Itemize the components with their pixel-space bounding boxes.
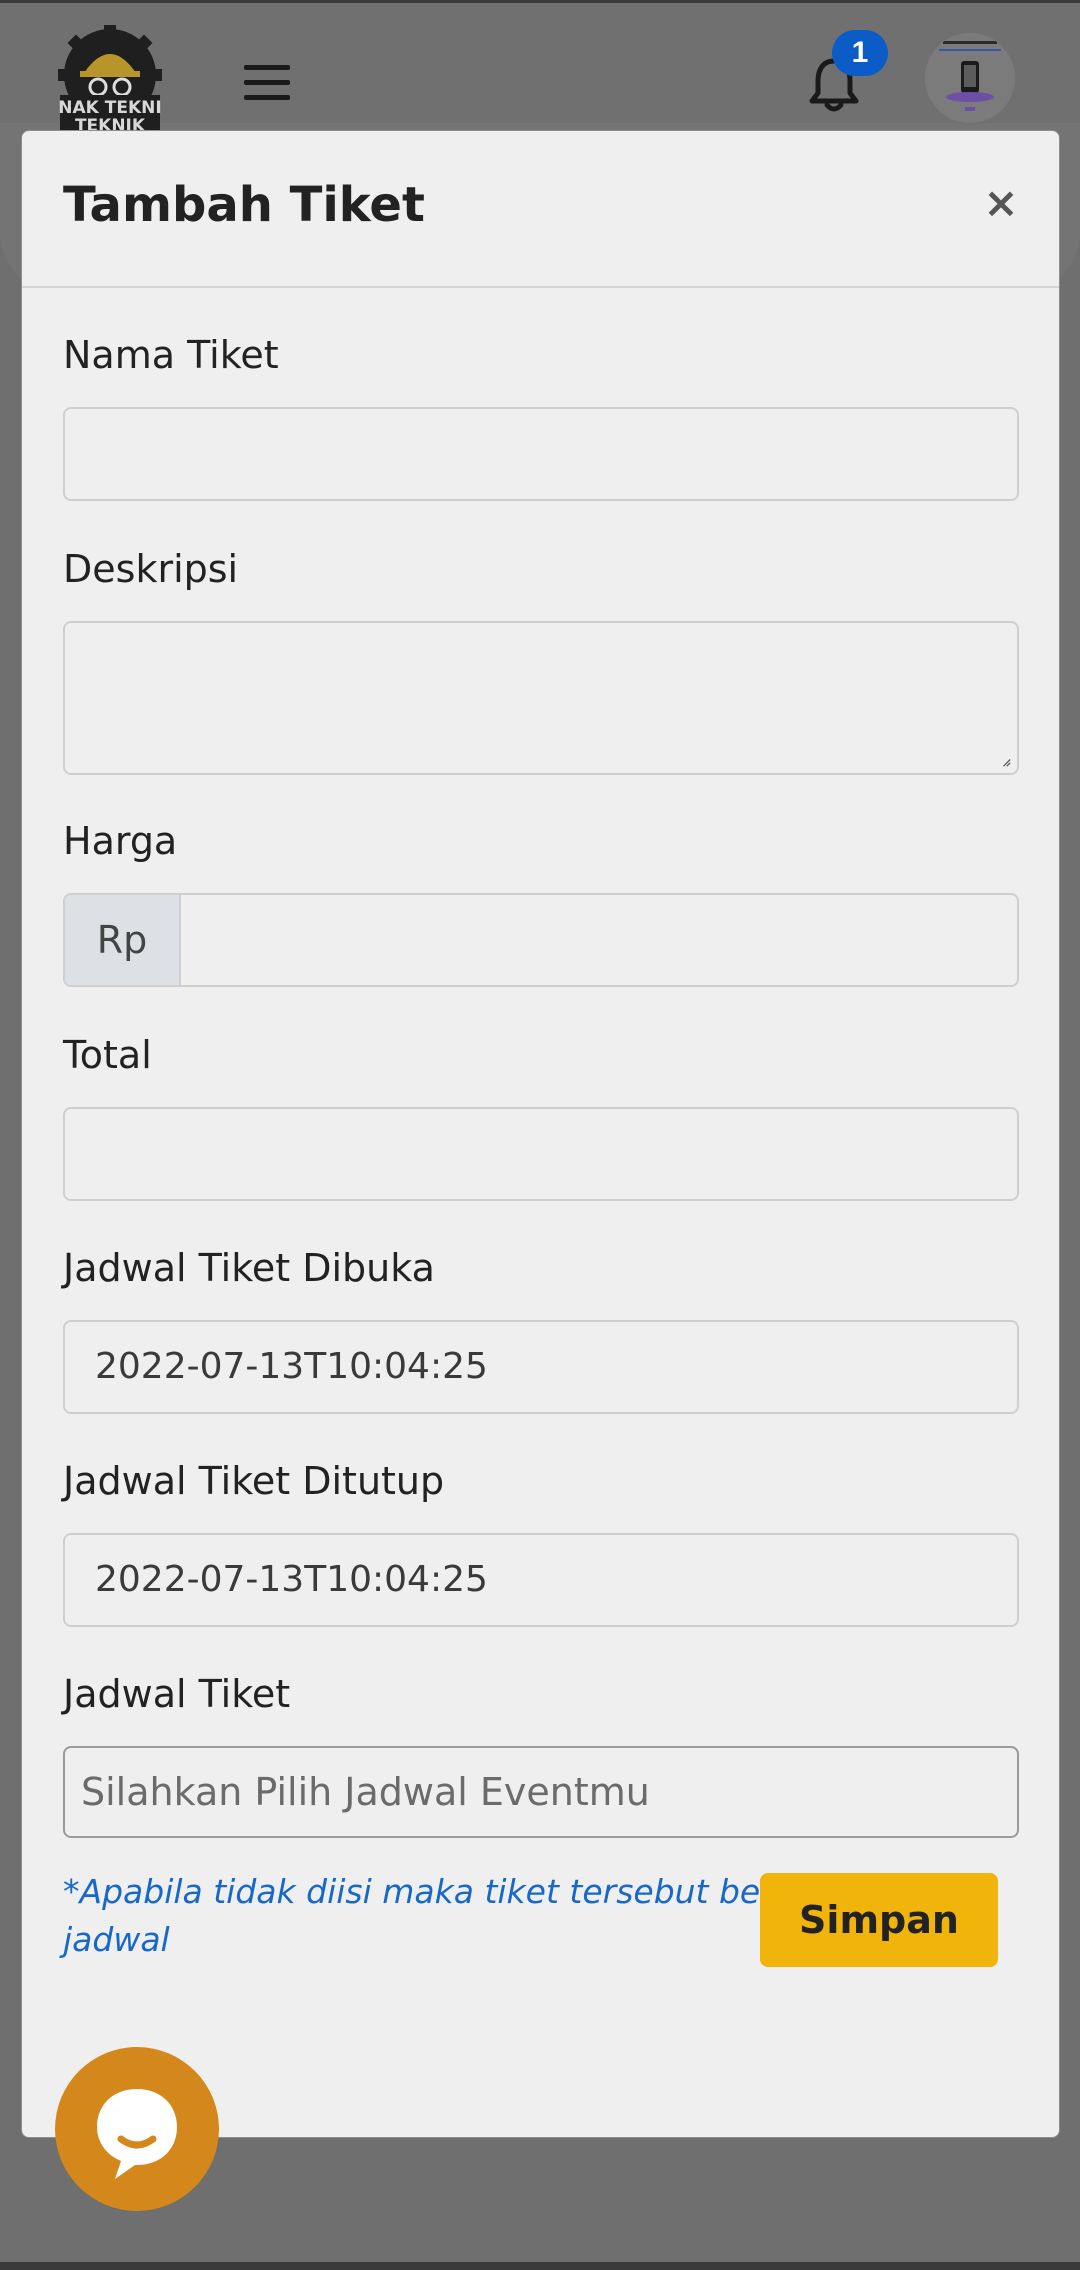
- resize-grip-icon[interactable]: [1001, 757, 1011, 767]
- nama-tiket-label: Nama Tiket: [63, 333, 279, 377]
- jadwal-tiket-label: Jadwal Tiket: [63, 1672, 291, 1716]
- bottom-edge: [0, 2262, 1080, 2270]
- harga-input[interactable]: [181, 895, 1017, 985]
- modal-title: Tambah Tiket: [63, 177, 425, 233]
- harga-label: Harga: [63, 819, 178, 863]
- deskripsi-label: Deskripsi: [63, 547, 239, 591]
- chat-button[interactable]: [55, 2047, 219, 2211]
- total-input[interactable]: [63, 1107, 1019, 1201]
- add-ticket-modal: Tambah Tiket × Nama Tiket Deskripsi Harg…: [21, 130, 1060, 2138]
- menu-bar: [244, 80, 290, 85]
- user-avatar[interactable]: [925, 33, 1015, 123]
- deskripsi-textarea[interactable]: [63, 621, 1019, 775]
- hamburger-menu-icon[interactable]: [244, 65, 290, 101]
- notification-badge: 1: [832, 30, 888, 76]
- anak-teknik-logo[interactable]: ANAK TEKNIK TEKNIK: [45, 25, 176, 136]
- menu-bar: [244, 65, 290, 70]
- menu-bar: [244, 95, 290, 100]
- close-icon[interactable]: ×: [981, 182, 1021, 224]
- modal-header: Tambah Tiket ×: [22, 131, 1059, 288]
- currency-prefix: Rp: [65, 895, 181, 985]
- total-label: Total: [63, 1033, 152, 1077]
- nama-tiket-input[interactable]: [63, 407, 1019, 501]
- save-button[interactable]: Simpan: [760, 1873, 998, 1967]
- chat-icon: [97, 2089, 177, 2179]
- jadwal-tiket-select[interactable]: Silahkan Pilih Jadwal Eventmu: [63, 1746, 1019, 1838]
- jadwal-ditutup-label: Jadwal Tiket Ditutup: [63, 1459, 445, 1503]
- harga-input-group: Rp: [63, 893, 1019, 987]
- jadwal-dibuka-label: Jadwal Tiket Dibuka: [63, 1246, 435, 1290]
- jadwal-ditutup-input[interactable]: 2022-07-13T10:04:25: [63, 1533, 1019, 1627]
- logo-text: ANAK TEKNIK: [58, 98, 162, 118]
- jadwal-dibuka-input[interactable]: 2022-07-13T10:04:25: [63, 1320, 1019, 1414]
